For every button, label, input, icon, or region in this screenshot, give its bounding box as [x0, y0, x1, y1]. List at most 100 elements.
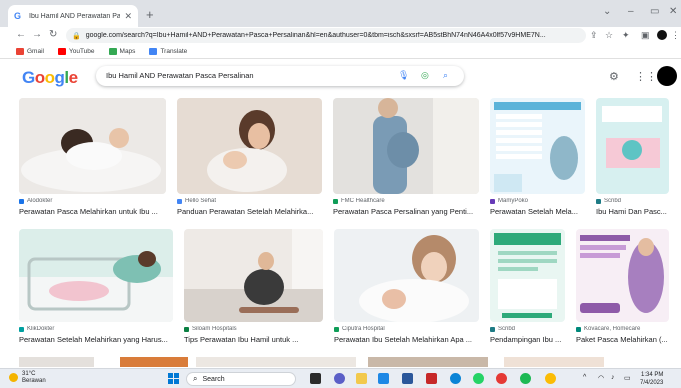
bookmark-label: Gmail — [27, 47, 44, 55]
source-label: Scribd — [498, 326, 516, 332]
result-caption[interactable]: Panduan Perawatan Setelah Melahirka... — [177, 207, 322, 216]
address-bar[interactable]: 🔒 google.com/search?q=Ibu+Hamil+AND+Pera… — [66, 28, 586, 43]
result-caption[interactable]: Perawatan Setelah Mela... — [490, 207, 585, 216]
account-avatar[interactable] — [657, 66, 677, 86]
whatsapp-icon[interactable] — [473, 373, 484, 384]
lens-icon[interactable]: ◎ — [421, 70, 429, 81]
chrome-icon[interactable] — [496, 373, 507, 384]
chat-icon[interactable] — [334, 373, 345, 384]
search-icon[interactable]: ⌕ — [443, 70, 448, 81]
bookmark-gmail[interactable]: Gmail — [16, 47, 44, 55]
search-input[interactable]: Ibu Hamil AND Perawatan Pasca Persalinan… — [96, 66, 464, 86]
result-card[interactable]: Alodokter Perawatan Pasca Melahirkan unt… — [19, 98, 166, 216]
result-caption[interactable]: Ibu Hami Dan Pasc... — [596, 207, 669, 216]
side-panel-icon[interactable]: ▣ — [641, 30, 650, 41]
tab-bar: G Ibu Hamil AND Perawatan Pasca ... ✕ + … — [0, 0, 681, 27]
result-thumbnail[interactable] — [490, 229, 565, 322]
microphone-icon[interactable]: 🎙 — [398, 70, 409, 81]
result-thumbnail[interactable] — [596, 98, 669, 194]
result-thumbnail[interactable] — [19, 229, 173, 322]
result-caption[interactable]: Pendampingan Ibu ... — [490, 335, 565, 344]
result-card[interactable]: FMC Healthcare Perawatan Pasca Persalina… — [333, 98, 479, 216]
weather-sun-icon — [9, 373, 18, 382]
bookmark-maps[interactable]: Maps — [108, 47, 135, 55]
maximize-icon[interactable]: ▭ — [650, 6, 659, 17]
result-thumbnail[interactable] — [334, 229, 479, 322]
result-caption[interactable]: Perawatan Pasca Melahirkan untuk Ibu ... — [19, 207, 166, 216]
task-view-icon[interactable] — [310, 373, 321, 384]
file-explorer-icon[interactable] — [356, 373, 367, 384]
result-caption[interactable]: Tips Perawatan Ibu Hamil untuk ... — [184, 335, 323, 344]
result-card[interactable]: Hello Sehat Panduan Perawatan Setelah Me… — [177, 98, 322, 216]
clock[interactable]: 1:34 PM 7/4/2023 — [640, 371, 663, 387]
result-thumbnail[interactable] — [490, 98, 585, 194]
wifi-icon[interactable]: ◠ — [598, 374, 604, 382]
result-card[interactable]: Scribd Ibu Hami Dan Pasc... — [596, 98, 669, 216]
source-label: Hello Sehat — [185, 198, 217, 204]
source-label: Alodokter — [27, 198, 53, 204]
bookmark-translate[interactable]: Translate — [149, 47, 188, 55]
bookmark-label: Translate — [160, 47, 188, 55]
extensions-icon[interactable]: ✦ — [622, 30, 630, 41]
result-thumbnail[interactable] — [19, 98, 166, 194]
source-label: Siloam Hospitals — [192, 326, 237, 332]
battery-icon[interactable]: ▭ — [624, 374, 631, 382]
result-thumbnail-partial[interactable] — [504, 357, 604, 367]
result-thumbnail[interactable] — [576, 229, 669, 322]
bookmark-youtube[interactable]: YouTube — [57, 47, 95, 55]
settings-gear-icon[interactable]: ⚙ — [609, 70, 619, 83]
reload-icon[interactable]: ↻ — [49, 29, 57, 40]
taskbar: 31°C Berawan ⌕ Search ^ ◠ ♪ ▭ 1:34 PM 7/… — [0, 368, 681, 388]
result-thumbnail-partial[interactable] — [196, 357, 356, 367]
edge-icon[interactable] — [450, 373, 461, 384]
profile-icon[interactable] — [657, 30, 667, 40]
volume-icon[interactable]: ♪ — [611, 374, 615, 381]
apps-grid-icon[interactable]: ⋮⋮ — [635, 70, 657, 83]
back-icon[interactable]: ← — [16, 29, 26, 40]
youtube-icon — [57, 47, 66, 55]
source-favicon-icon — [333, 198, 338, 204]
close-tab-icon[interactable]: ✕ — [124, 11, 132, 22]
close-window-icon[interactable]: ✕ — [669, 6, 677, 17]
share-icon[interactable]: ⇪ — [590, 30, 598, 41]
result-caption[interactable]: Paket Pasca Melahirkan (... — [576, 335, 669, 344]
result-thumbnail-partial[interactable] — [368, 357, 488, 367]
app-icon[interactable] — [545, 373, 556, 384]
windows-start-icon[interactable] — [168, 373, 179, 384]
result-card[interactable]: MamyPoko Perawatan Setelah Mela... — [490, 98, 585, 216]
lock-icon: 🔒 — [72, 32, 81, 40]
result-card[interactable]: Siloam Hospitals Tips Perawatan Ibu Hami… — [184, 229, 323, 344]
result-source: Scribd — [490, 326, 565, 332]
result-thumbnail[interactable] — [184, 229, 323, 322]
result-caption[interactable]: Perawatan Pasca Persalinan yang Penti... — [333, 207, 479, 216]
result-card[interactable]: Scribd Pendampingan Ibu ... — [490, 229, 565, 344]
result-caption[interactable]: Perawatan Setelah Melahirkan yang Harus.… — [19, 335, 173, 344]
weather-temp: 31°C — [22, 371, 36, 377]
store-icon[interactable] — [378, 373, 389, 384]
menu-icon[interactable]: ⋮ — [671, 30, 680, 41]
minimize-icon[interactable]: – — [628, 6, 634, 17]
word-icon[interactable] — [402, 373, 413, 384]
tab-search[interactable]: G Ibu Hamil AND Perawatan Pasca ... ✕ — [8, 5, 138, 27]
google-favicon-icon: G — [14, 11, 22, 21]
bookmark-star-icon[interactable]: ☆ — [605, 30, 613, 41]
weather-widget[interactable]: 31°C Berawan — [9, 371, 46, 385]
taskbar-search-input[interactable]: ⌕ Search — [186, 372, 296, 386]
tab-search-chevron-icon[interactable]: ⌄ — [603, 6, 611, 17]
result-card[interactable]: Ciputra Hospital Perawatan Ibu Setelah M… — [334, 229, 479, 344]
mother-sleeping-bassinet-photo — [19, 229, 173, 322]
tray-chevron-icon[interactable]: ^ — [583, 374, 586, 381]
spotify-icon[interactable] — [520, 373, 531, 384]
result-card[interactable]: Kovacare, Homecare Paket Pasca Melahirka… — [576, 229, 669, 344]
result-card[interactable]: KlikDokter Perawatan Setelah Melahirkan … — [19, 229, 173, 344]
forward-icon[interactable]: → — [32, 29, 42, 40]
browser-toolbar: ← → ↻ 🔒 google.com/search?q=Ibu+Hamil+AN… — [0, 27, 681, 44]
result-caption[interactable]: Perawatan Ibu Setelah Melahirkan Apa ... — [334, 335, 479, 344]
google-logo[interactable]: Google — [22, 68, 78, 88]
mcafee-icon[interactable] — [426, 373, 437, 384]
result-thumbnail-partial[interactable] — [120, 357, 188, 367]
new-tab-button[interactable]: + — [146, 7, 154, 22]
result-thumbnail[interactable] — [177, 98, 322, 194]
result-thumbnail-partial[interactable] — [19, 357, 94, 367]
result-thumbnail[interactable] — [333, 98, 479, 194]
